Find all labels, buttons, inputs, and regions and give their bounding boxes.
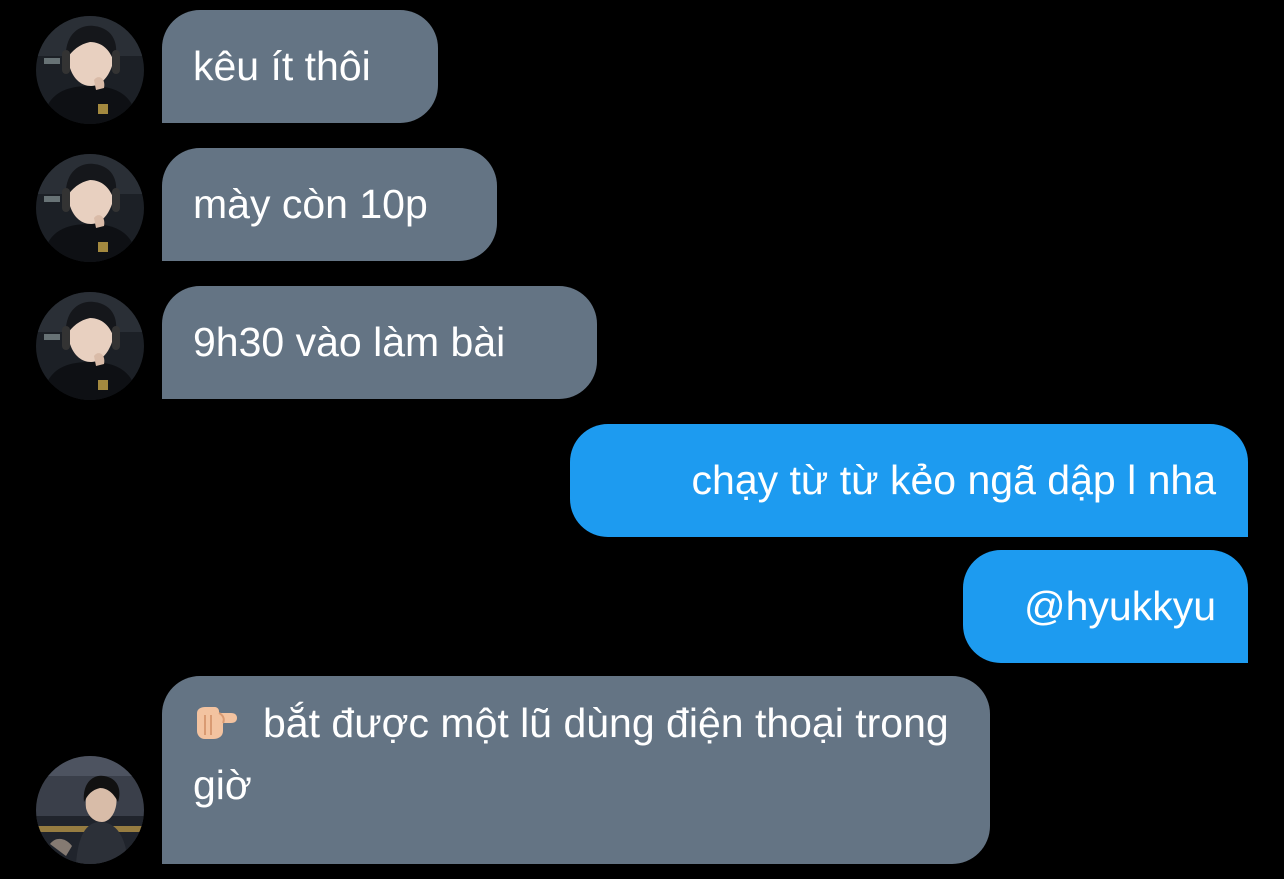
message-bubble-outgoing[interactable]: chạy từ từ kẻo ngã dập l nha: [570, 424, 1248, 537]
sender-avatar[interactable]: [36, 16, 144, 124]
avatar-photo: [36, 756, 144, 864]
message-bubble-outgoing[interactable]: @hyukkyu: [963, 550, 1248, 663]
message-text: 9h30 vào làm bài: [193, 319, 506, 365]
avatar-photo: [36, 292, 144, 400]
message-bubble-incoming[interactable]: mày còn 10p: [162, 148, 497, 261]
message-bubble-incoming[interactable]: bắt được một lũ dùng điện thoại trong gi…: [162, 676, 990, 864]
sender-avatar[interactable]: [36, 756, 144, 864]
message-bubble-incoming[interactable]: 9h30 vào làm bài: [162, 286, 597, 399]
message-text: kêu ít thôi: [193, 43, 371, 89]
message-text: @hyukkyu: [1023, 583, 1216, 629]
avatar-photo: [36, 16, 144, 124]
avatar-photo: [36, 154, 144, 262]
pointing-finger-emoji: [197, 707, 237, 739]
sender-avatar[interactable]: [36, 292, 144, 400]
message-bubble-incoming[interactable]: kêu ít thôi: [162, 10, 438, 123]
message-text: bắt được một lũ dùng điện thoại trong gi…: [193, 700, 949, 808]
message-text: mày còn 10p: [193, 181, 428, 227]
message-text: chạy từ từ kẻo ngã dập l nha: [691, 457, 1216, 503]
sender-avatar[interactable]: [36, 154, 144, 262]
